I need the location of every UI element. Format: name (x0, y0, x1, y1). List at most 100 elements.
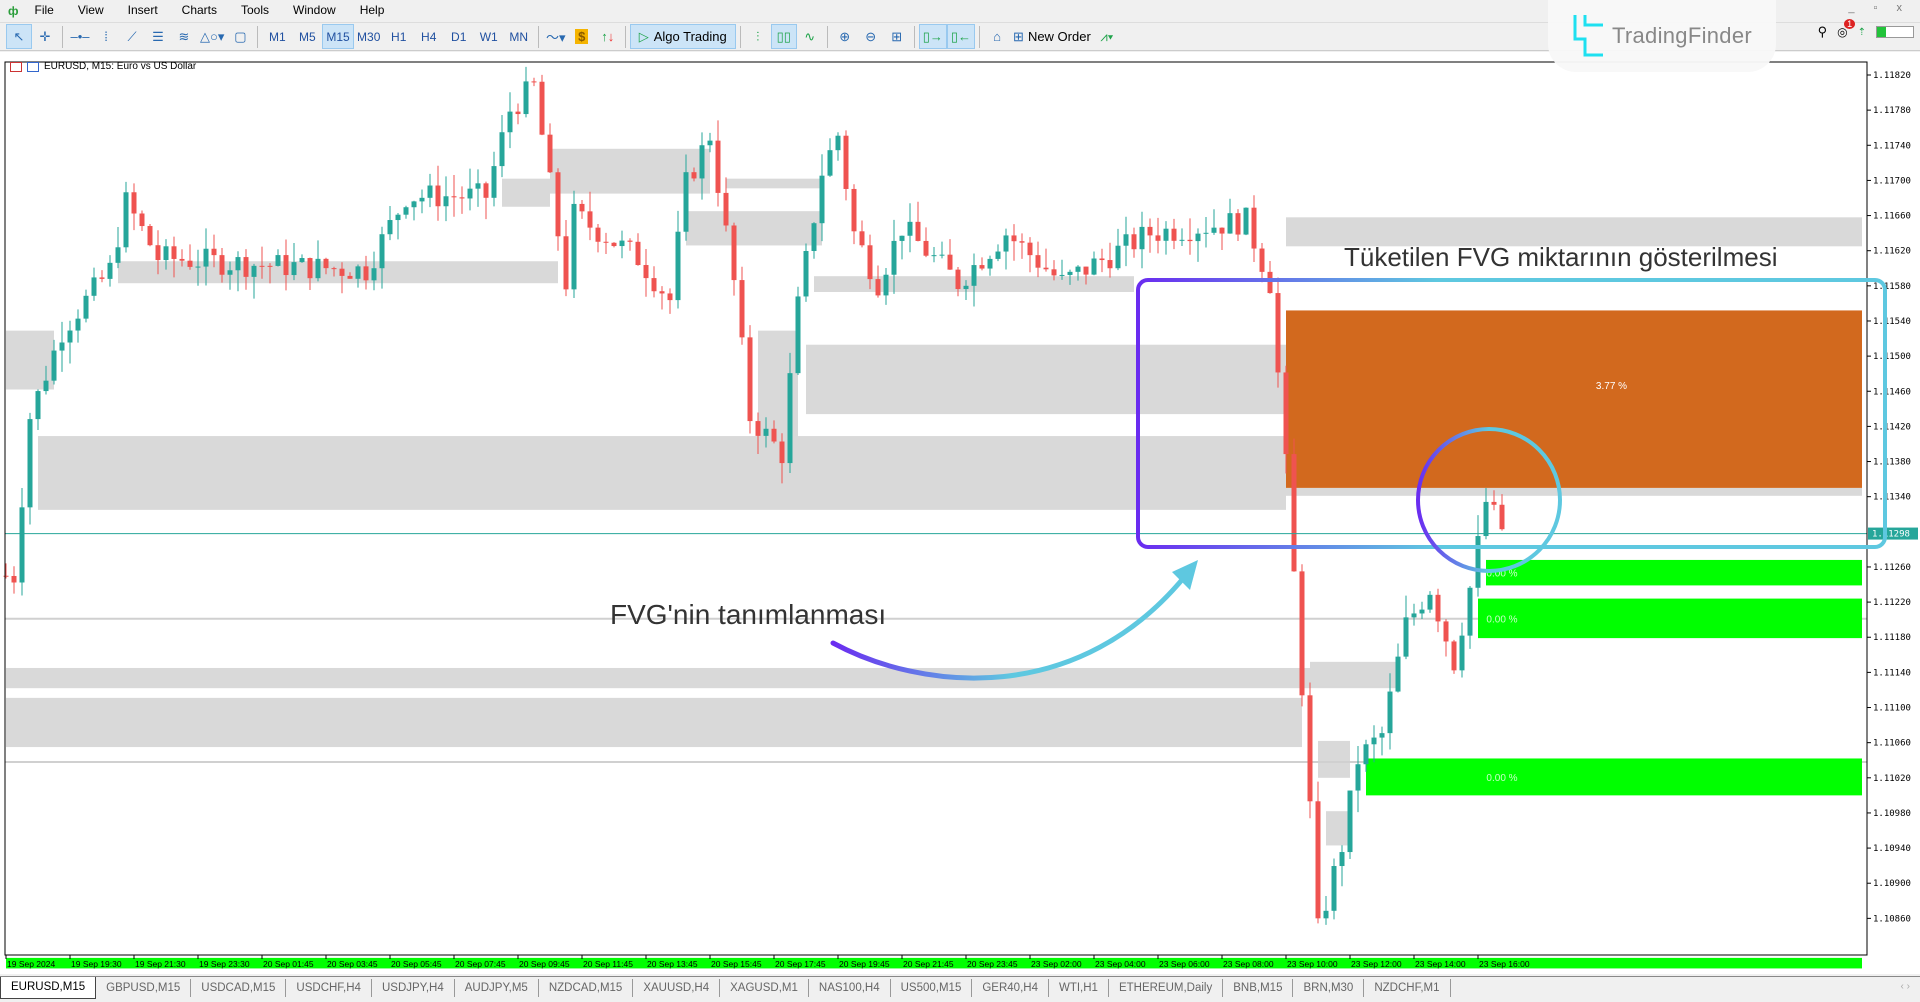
trade-arrows-icon[interactable]: ↑ ↓ (595, 24, 621, 49)
bar-chart-icon[interactable]: ⫶ (745, 24, 771, 49)
candle-body (307, 258, 313, 279)
candle-body (1019, 241, 1025, 243)
chart-list-icon (10, 61, 22, 72)
candle-body (963, 285, 969, 290)
timeframe-w1[interactable]: W1 (474, 24, 504, 49)
timeframe-m5[interactable]: M5 (292, 24, 322, 49)
candle-body (427, 185, 433, 198)
time-label: 20 Sep 13:45 (647, 959, 698, 969)
candle-body (1243, 207, 1249, 235)
timeframe-h4[interactable]: H4 (414, 24, 444, 49)
tab-usdchf-h4[interactable]: USDCHF,H4 (286, 979, 372, 997)
candle-body (603, 241, 609, 243)
candle (1347, 790, 1353, 859)
tab-ger40-h4[interactable]: GER40,H4 (972, 979, 1049, 997)
timeframe-m15[interactable]: M15 (322, 24, 354, 49)
chart-window[interactable]: EURUSD, M15: Euro vs US Dollar 3.77 % 0.0… (0, 52, 1920, 974)
zoom-in-icon[interactable]: ⊕ (832, 24, 858, 49)
algo-trading-button[interactable]: ▷ Algo Trading (629, 24, 736, 49)
timeframe-m1[interactable]: M1 (262, 24, 292, 49)
separator (826, 25, 828, 48)
tab-usdjpy-h4[interactable]: USDJPY,H4 (372, 979, 455, 997)
candle-body (515, 111, 521, 115)
trendline-icon[interactable]: ⟋ (119, 24, 145, 49)
tab-xagusd-m1[interactable]: XAGUSD,M1 (720, 979, 809, 997)
timeframe-mn[interactable]: MN (504, 24, 534, 49)
candle-body (131, 192, 137, 214)
time-label: 23 Sep 04:00 (1095, 959, 1146, 969)
tab-ethereum-daily[interactable]: ETHEREUM,Daily (1109, 979, 1224, 997)
dollar-icon[interactable]: $ (569, 24, 595, 49)
tab-xauusd-h4[interactable]: XAUUSD,H4 (633, 979, 721, 997)
chart-properties-icon (27, 61, 39, 72)
tab-nzdchf-m1[interactable]: NZDCHF,M1 (1364, 979, 1451, 997)
separator (979, 25, 981, 48)
candle (1291, 438, 1297, 572)
candle-body (1291, 454, 1297, 572)
tab-brn-m30[interactable]: BRN,M30 (1293, 979, 1365, 997)
tab-scroll-arrows[interactable]: ‹ › (1891, 977, 1920, 996)
candlestick-icon[interactable]: ▯▯ (770, 24, 797, 49)
fvg-zone (1318, 740, 1350, 778)
menu-tools[interactable]: Tools (229, 0, 281, 21)
candle-body (1419, 609, 1425, 614)
candle-body (1459, 635, 1465, 671)
autoscroll-icon[interactable]: ▯→ (918, 24, 947, 49)
price-chart[interactable]: 3.77 %0.00 %0.00 %0.00 %1.118201.117801.… (0, 52, 1920, 974)
channel-icon[interactable]: ☰ (145, 24, 171, 49)
menu-insert[interactable]: Insert (116, 0, 170, 21)
object-frame-icon[interactable]: ▢ (227, 24, 253, 49)
tile-windows-icon[interactable]: ⊞ (884, 24, 910, 49)
shapes-icon[interactable]: △○▾ (197, 24, 227, 49)
candle-body (1131, 234, 1137, 250)
signals-icon[interactable]: ⩘▾ (1094, 24, 1120, 49)
tab-nas100-h4[interactable]: NAS100,H4 (809, 979, 891, 997)
tab-wti-h1[interactable]: WTI,H1 (1049, 979, 1109, 997)
new-order-button[interactable]: ⊞ New Order (1010, 24, 1094, 49)
menu-window[interactable]: Window (281, 0, 348, 21)
cursor-icon[interactable]: ↖ (6, 24, 32, 49)
price-tick-label: 1.10980 (1873, 809, 1911, 819)
menu-view[interactable]: View (66, 0, 116, 21)
line-chart-icon[interactable]: ∿ (797, 24, 823, 49)
chart-shift-icon[interactable]: ▯← (946, 24, 976, 49)
menu-help[interactable]: Help (348, 0, 397, 21)
candle-body (747, 337, 753, 422)
candle-body (947, 254, 953, 270)
fvg-fresh-zone (1478, 598, 1862, 639)
tab-usdcad-m15[interactable]: USDCAD,M15 (191, 979, 287, 997)
tab-gbpusd-m15[interactable]: GBPUSD,M15 (96, 979, 192, 997)
time-label: 19 Sep 23:30 (199, 959, 250, 969)
fibonacci-icon[interactable]: ≋ (171, 24, 197, 49)
indicator-dropdown-icon[interactable]: 〜▾ (543, 24, 569, 49)
tab-audjpy-m5[interactable]: AUDJPY,M5 (455, 979, 539, 997)
tab-nzdcad-m15[interactable]: NZDCAD,M15 (539, 979, 634, 997)
candle-body (411, 201, 417, 208)
tab-us500-m15[interactable]: US500,M15 (891, 979, 973, 997)
candle-body (1203, 232, 1209, 234)
fvg-percent-label: 0.00 % (1486, 773, 1517, 784)
window-controls[interactable]: _ ▫ x (1848, 2, 1910, 14)
screenshot-icon[interactable]: ⌂ (984, 24, 1010, 49)
menu-file[interactable]: File (23, 0, 66, 21)
candle-body (1315, 801, 1321, 919)
candle (1307, 682, 1313, 819)
search-icon[interactable]: ⚲ (1818, 24, 1828, 40)
tab-eurusd-m15[interactable]: EURUSD,M15 (0, 977, 97, 999)
crosshair-icon[interactable]: ✛ (32, 24, 58, 49)
horizontal-line-icon[interactable]: –•– (67, 24, 93, 49)
timeframe-d1[interactable]: D1 (444, 24, 474, 49)
candle-body (907, 221, 913, 236)
tab-bnb-m15[interactable]: BNB,M15 (1223, 979, 1294, 997)
notifications-icon[interactable]: ◎ 1 (1837, 19, 1856, 39)
candle-body (43, 380, 49, 392)
vertical-line-icon[interactable]: ⁞ (93, 24, 119, 49)
candle-body (1475, 536, 1481, 588)
menu-charts[interactable]: Charts (170, 0, 229, 21)
candle-body (75, 318, 81, 331)
candle-body (147, 226, 153, 246)
timeframe-h1[interactable]: H1 (384, 24, 414, 49)
timeframe-m30[interactable]: M30 (354, 24, 384, 49)
candle-body (1427, 594, 1433, 610)
zoom-out-icon[interactable]: ⊖ (858, 24, 884, 49)
